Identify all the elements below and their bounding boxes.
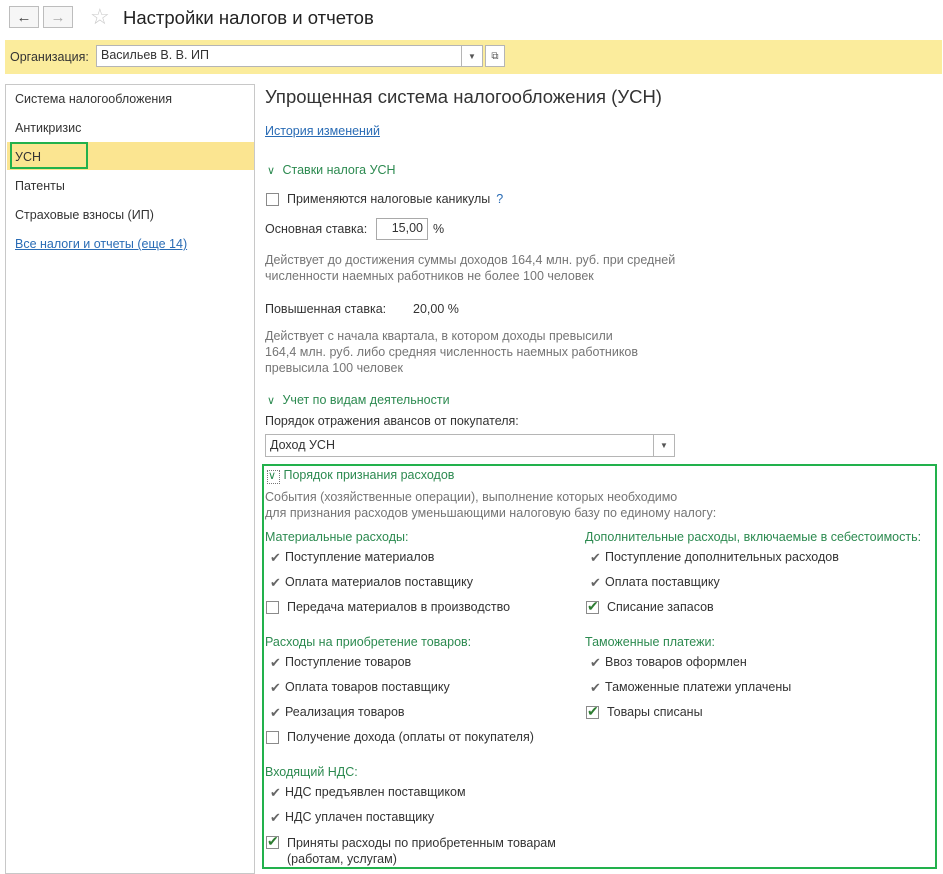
- rates-section-header[interactable]: ∨ Ставки налога УСН: [267, 163, 396, 177]
- goods-expenses-title: Расходы на приобретение товаров:: [265, 635, 472, 649]
- check-mark-icon: ✔: [270, 655, 281, 670]
- advance-order-label: Порядок отражения авансов от покупателя:: [265, 414, 519, 428]
- additional-receipt-item: Поступление дополнительных расходов: [605, 550, 839, 564]
- sidebar-all-taxes-link[interactable]: Все налоги и отчеты (еще 14): [15, 237, 187, 251]
- check-mark-icon: ✔: [270, 550, 281, 565]
- tax-holidays-label: Применяются налоговые каникулы?: [287, 192, 504, 206]
- income-receipt-label: Получение дохода (оплаты от покупателя): [287, 730, 534, 744]
- raised-rate-label: Повышенная ставка:: [265, 302, 387, 316]
- forward-button[interactable]: →: [43, 6, 73, 28]
- check-mark-icon: ✔: [590, 655, 601, 670]
- back-button[interactable]: ←: [9, 6, 39, 28]
- check-mark-icon: ✔: [270, 810, 281, 825]
- material-expenses-title: Материальные расходы:: [265, 530, 409, 544]
- vat-presented-item: НДС предъявлен поставщиком: [285, 785, 466, 799]
- triangle-down-icon: ▼: [468, 51, 476, 61]
- check-mark-icon: ✔: [590, 575, 601, 590]
- sidebar-item-usn[interactable]: УСН: [15, 150, 41, 164]
- arrow-right-icon: →: [50, 8, 66, 26]
- customs-title: Таможенные платежи:: [585, 635, 715, 649]
- vat-paid-item: НДС уплачен поставщику: [285, 810, 435, 824]
- check-mark-icon: ✔: [590, 680, 601, 695]
- tax-holidays-checkbox[interactable]: [266, 193, 279, 206]
- income-receipt-checkbox[interactable]: [266, 731, 279, 744]
- sidebar-item-insurance[interactable]: Страховые взносы (ИП): [15, 208, 154, 222]
- goods-payment-item: Оплата товаров поставщику: [285, 680, 450, 694]
- expenses-section-header[interactable]: ∨ Порядок признания расходов: [267, 468, 454, 484]
- chevron-down-icon: ∨: [267, 395, 276, 407]
- material-payment-item: Оплата материалов поставщику: [285, 575, 473, 589]
- goods-receipt-item: Поступление товаров: [285, 655, 412, 669]
- raised-rate-note: Действует с начала квартала, в котором д…: [265, 329, 639, 375]
- organization-field[interactable]: Васильев В. В. ИП: [96, 45, 462, 67]
- organization-dropdown-button[interactable]: ▼: [462, 45, 483, 67]
- raised-rate-value: 20,00 %: [413, 302, 459, 316]
- material-receipt-item: Поступление материалов: [285, 550, 435, 564]
- window-title: Настройки налогов и отчетов: [123, 7, 374, 28]
- advance-order-select[interactable]: Доход УСН: [265, 434, 654, 457]
- sidebar-item-anticrisis[interactable]: Антикризис: [15, 121, 81, 135]
- goods-written-off-checkbox[interactable]: [586, 703, 599, 720]
- goods-sale-item: Реализация товаров: [285, 705, 405, 719]
- base-rate-input[interactable]: 15,00: [376, 218, 428, 240]
- check-mark-icon: ✔: [270, 575, 281, 590]
- base-rate-percent: %: [433, 222, 445, 236]
- base-rate-note: Действует до достижения суммы доходов 16…: [265, 253, 676, 283]
- goods-written-off-label: Товары списаны: [607, 705, 703, 719]
- import-registered-item: Ввоз товаров оформлен: [605, 655, 747, 669]
- expenses-accepted-label: Приняты расходы по приобретенным товарам…: [287, 836, 556, 866]
- expenses-accepted-checkbox[interactable]: [266, 833, 279, 850]
- supplier-payment-item: Оплата поставщику: [605, 575, 720, 589]
- chevron-down-icon: ∨: [267, 470, 280, 484]
- page-heading: Упрощенная система налогообложения (УСН): [265, 86, 662, 107]
- inventory-writeoff-label: Списание запасов: [607, 600, 714, 614]
- check-mark-icon: ✔: [270, 785, 281, 800]
- sidebar-item-tax-system[interactable]: Система налогообложения: [15, 92, 172, 106]
- arrow-left-icon: ←: [16, 8, 32, 26]
- organization-open-button[interactable]: ⧉: [485, 45, 505, 67]
- material-transfer-checkbox[interactable]: [266, 601, 279, 614]
- check-mark-icon: ✔: [590, 550, 601, 565]
- inventory-writeoff-checkbox[interactable]: [586, 598, 599, 615]
- material-transfer-label: Передача материалов в производство: [287, 600, 511, 614]
- base-rate-label: Основная ставка:: [265, 222, 368, 236]
- sidebar: Система налогообложения Антикризис УСН П…: [5, 84, 255, 874]
- triangle-down-icon: ▼: [660, 441, 668, 450]
- history-link[interactable]: История изменений: [265, 124, 380, 138]
- chevron-down-icon: ∨: [267, 165, 276, 177]
- expenses-description: События (хозяйственные операции), выполн…: [265, 490, 717, 520]
- check-mark-icon: ✔: [270, 680, 281, 695]
- sidebar-item-patents[interactable]: Патенты: [15, 179, 65, 193]
- favorite-star-icon[interactable]: ☆: [90, 4, 110, 30]
- help-icon[interactable]: ?: [496, 192, 503, 206]
- vat-title: Входящий НДС:: [265, 765, 358, 779]
- advance-order-dropdown-button[interactable]: ▼: [654, 434, 675, 457]
- customs-paid-item: Таможенные платежи уплачены: [605, 680, 792, 694]
- organization-label: Организация:: [10, 50, 89, 64]
- additional-expenses-title: Дополнительные расходы, включаемые в себ…: [585, 530, 922, 544]
- open-window-icon: ⧉: [491, 50, 499, 62]
- activity-section-header[interactable]: ∨ Учет по видам деятельности: [267, 393, 450, 407]
- check-mark-icon: ✔: [270, 705, 281, 720]
